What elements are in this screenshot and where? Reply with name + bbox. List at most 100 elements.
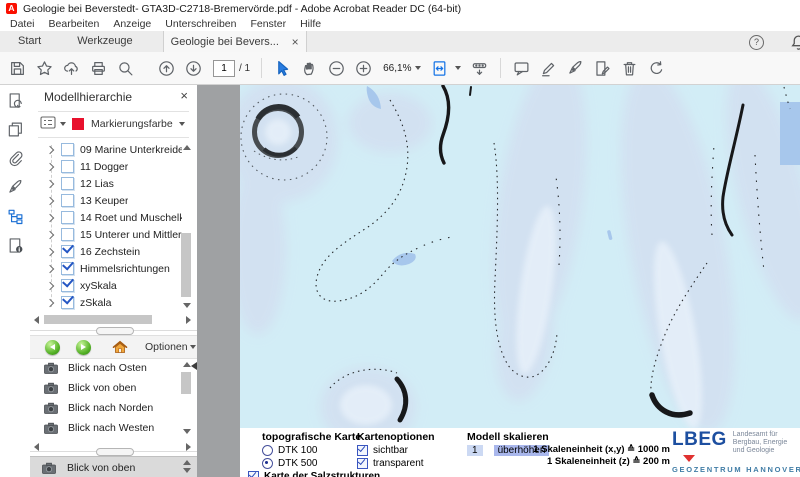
zoom-out-icon[interactable] <box>323 55 350 81</box>
model-3d-view[interactable] <box>240 85 800 428</box>
panel-splitter[interactable] <box>30 447 197 456</box>
tree-row[interactable]: 11 Dogger <box>30 158 182 175</box>
view-row[interactable]: Blick nach Westen <box>30 418 182 438</box>
hand-tool-icon[interactable] <box>296 55 323 81</box>
panel-splitter[interactable] <box>30 326 197 335</box>
checkbox-icon[interactable] <box>357 445 368 456</box>
next-view-button[interactable] <box>76 340 91 355</box>
kartenoption-row[interactable]: sichtbar <box>357 444 435 456</box>
chevron-right-icon[interactable] <box>46 179 54 187</box>
layer-checkbox[interactable] <box>61 143 74 156</box>
scroll-down-icon[interactable] <box>183 303 191 308</box>
fit-caret-icon[interactable] <box>455 66 461 70</box>
marker-color-label[interactable]: Markierungsfarbe <box>91 118 173 130</box>
spinner-down-icon[interactable] <box>183 468 191 473</box>
panel-close-icon[interactable]: × <box>180 89 188 103</box>
zoom-caret-icon[interactable] <box>415 66 421 70</box>
fill-sign-icon[interactable] <box>589 55 616 81</box>
share-icon[interactable] <box>58 55 85 81</box>
select-tool-icon[interactable] <box>269 55 296 81</box>
rail-page-with-arrow-button[interactable] <box>0 86 30 114</box>
tree-hscrollbar-thumb[interactable] <box>44 315 152 324</box>
previous-view-button[interactable] <box>45 340 60 355</box>
rail-page-thumbnails-button[interactable] <box>0 115 30 143</box>
view-row[interactable]: Blick nach Norden <box>30 398 182 418</box>
tree-row[interactable]: 15 Unterer und Mittlerer Bur <box>30 226 182 243</box>
chevron-right-icon[interactable] <box>46 298 54 306</box>
layer-checkbox[interactable] <box>61 177 74 190</box>
zoom-level-label[interactable]: 66,1% <box>383 63 411 74</box>
help-icon[interactable]: ? <box>749 35 764 50</box>
tab-document[interactable]: Geologie bei Bevers... × <box>163 31 307 52</box>
page-up-icon[interactable] <box>153 55 180 81</box>
chevron-right-icon[interactable] <box>46 196 54 204</box>
current-view-bar[interactable]: Blick von oben <box>30 456 197 477</box>
chevron-right-icon[interactable] <box>46 247 54 255</box>
chevron-right-icon[interactable] <box>46 281 54 289</box>
menu-bearbeiten[interactable]: Bearbeiten <box>42 18 107 30</box>
menu-unterschreiben[interactable]: Unterschreiben <box>158 18 243 30</box>
menu-datei[interactable]: Datei <box>3 18 42 30</box>
tree-row[interactable]: 13 Keuper <box>30 192 182 209</box>
layer-checkbox[interactable] <box>61 194 74 207</box>
scale-value-field[interactable]: 1 <box>467 445 483 456</box>
rotate-icon[interactable] <box>643 55 670 81</box>
layer-checkbox[interactable] <box>61 228 74 241</box>
checkbox-icon[interactable] <box>357 458 368 469</box>
sign-icon[interactable] <box>562 55 589 81</box>
view-row[interactable]: Blick nach Osten <box>30 358 182 378</box>
tab-start[interactable]: Start <box>0 31 59 52</box>
tree-options-caret-icon[interactable] <box>60 122 66 126</box>
zoom-in-icon[interactable] <box>350 55 377 81</box>
toolbox-icon[interactable] <box>466 55 493 81</box>
star-icon[interactable] <box>31 55 58 81</box>
tree-scrollbar-thumb[interactable] <box>181 233 191 297</box>
tree-row[interactable]: 16 Zechstein <box>30 243 182 260</box>
scroll-up-icon[interactable] <box>183 362 191 367</box>
home-view-icon[interactable] <box>112 339 128 355</box>
menu-fenster[interactable]: Fenster <box>243 18 293 30</box>
radio-icon[interactable] <box>262 458 273 469</box>
fit-page-icon[interactable] <box>426 55 453 81</box>
print-icon[interactable] <box>85 55 112 81</box>
page-down-icon[interactable] <box>180 55 207 81</box>
tree-row[interactable]: 09 Marine Unterkreide <box>30 141 182 158</box>
menu-anzeige[interactable]: Anzeige <box>106 18 158 30</box>
tree-options-icon[interactable] <box>40 116 56 132</box>
layer-checkbox[interactable] <box>61 245 74 258</box>
scroll-left-icon[interactable] <box>34 316 39 324</box>
options-caret-icon[interactable] <box>190 345 196 349</box>
view-row[interactable]: Blick von oben <box>30 378 182 398</box>
views-scrollbar-thumb[interactable] <box>181 372 191 394</box>
chevron-right-icon[interactable] <box>46 162 54 170</box>
layer-checkbox[interactable] <box>61 160 74 173</box>
salz-checkbox[interactable] <box>248 471 259 477</box>
highlight-icon[interactable] <box>535 55 562 81</box>
view-spinner[interactable] <box>183 460 191 473</box>
trash-icon[interactable] <box>616 55 643 81</box>
kartenoption-row[interactable]: transparent <box>357 457 435 469</box>
menu-hilfe[interactable]: Hilfe <box>293 18 328 30</box>
spinner-up-icon[interactable] <box>183 460 191 465</box>
layer-checkbox[interactable] <box>61 262 74 275</box>
tab-tools[interactable]: Werkzeuge <box>59 31 150 52</box>
radio-icon[interactable] <box>262 445 273 456</box>
rail-model-tree-button[interactable] <box>0 202 30 230</box>
salz-checkbox-row[interactable]: Karte der Salzstrukturen <box>248 470 380 477</box>
scroll-up-icon[interactable] <box>183 145 191 150</box>
chevron-right-icon[interactable] <box>46 145 54 153</box>
tree-row[interactable]: 12 Lias <box>30 175 182 192</box>
tree-row[interactable]: xySkala <box>30 277 182 294</box>
rail-signatures-button[interactable] <box>0 173 30 201</box>
layer-checkbox[interactable] <box>61 279 74 292</box>
tab-close-icon[interactable]: × <box>292 37 299 47</box>
chevron-right-icon[interactable] <box>46 230 54 238</box>
layer-checkbox[interactable] <box>61 211 74 224</box>
tree-row[interactable]: Himmelsrichtungen <box>30 260 182 277</box>
options-menu[interactable]: Optionen <box>145 341 188 353</box>
scroll-down-icon[interactable] <box>183 429 191 434</box>
tree-row[interactable]: 14 Roet und Muschelkalk <box>30 209 182 226</box>
page-number-input[interactable] <box>213 60 235 77</box>
chevron-right-icon[interactable] <box>46 264 54 272</box>
rail-attachments-button[interactable] <box>0 144 30 172</box>
